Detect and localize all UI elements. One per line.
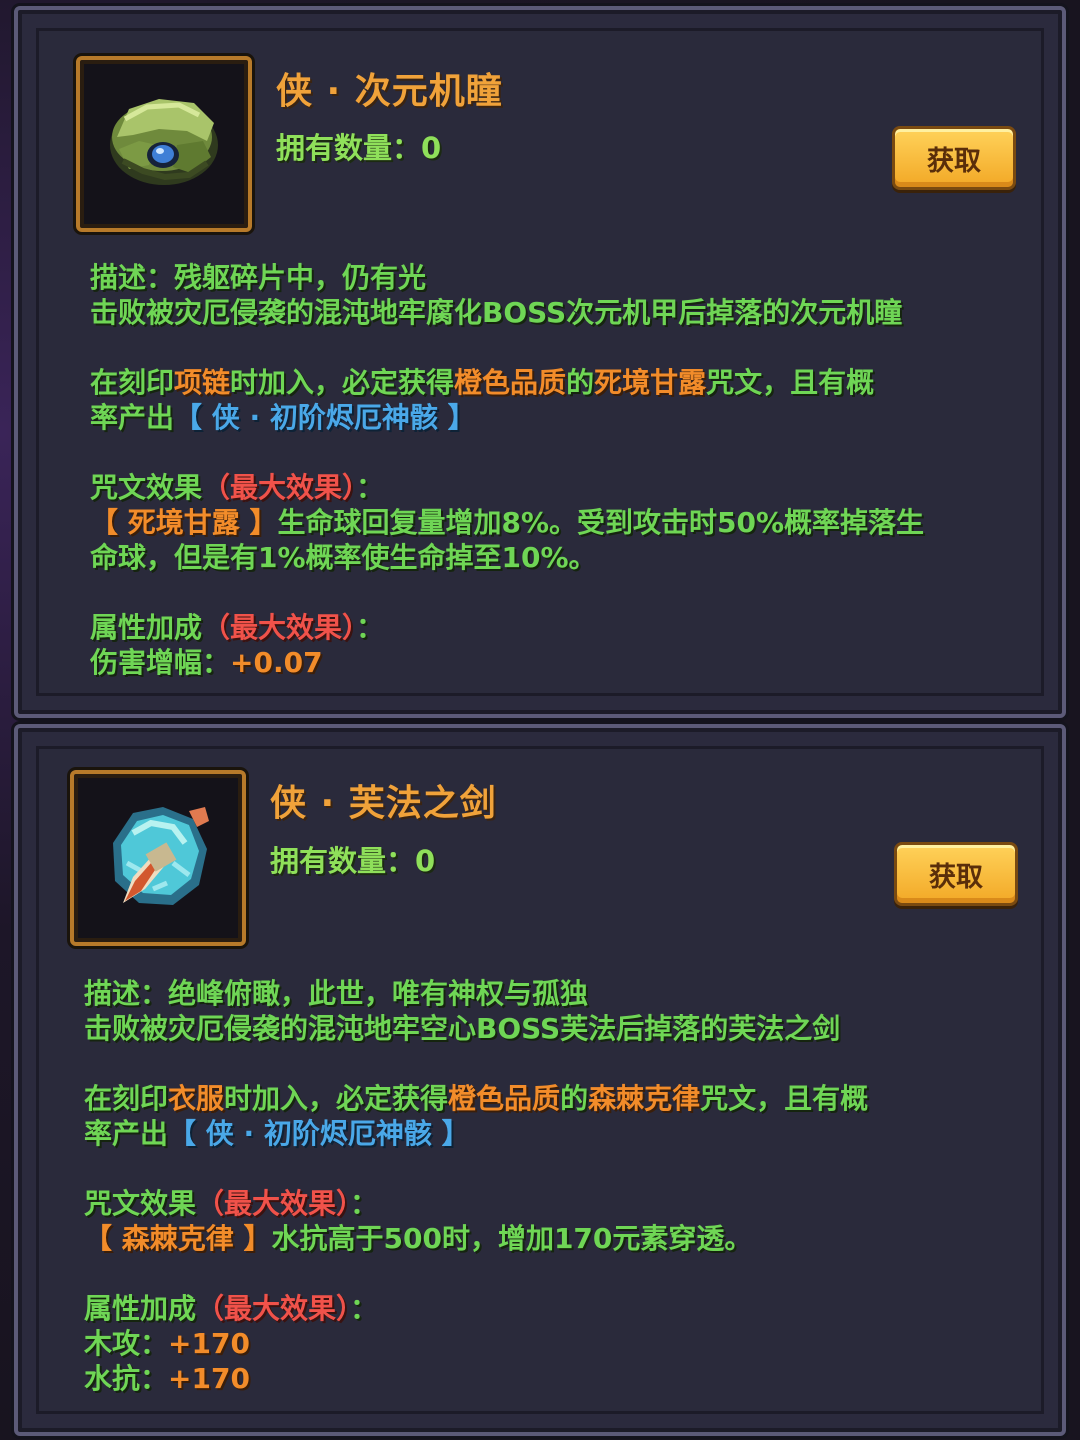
attr-value: +170 xyxy=(168,1327,250,1360)
owned-count: 拥有数量：0 xyxy=(276,125,441,167)
engrave-line: 在刻印衣服时加入，必定获得橙色品质的森棘克律咒文，且有概 xyxy=(84,1082,869,1115)
dimension-eye-gear-icon xyxy=(110,99,218,185)
item-title: 侠 · 芙法之剑 xyxy=(270,783,497,824)
rune-name: 【 死境甘露 】 xyxy=(90,506,278,539)
desc-label: 描述： xyxy=(90,261,175,294)
owned-value: 0 xyxy=(415,844,436,878)
get-button[interactable]: 获取 xyxy=(894,842,1018,906)
engrave-line-2: 率产出【 侠 · 初阶烬厄神骸 】 xyxy=(84,1117,470,1150)
desc-source: 击败被灾厄侵袭的混沌地牢空心BOSS芙法后掉落的芙法之剑 xyxy=(84,1012,841,1045)
item-card-1: 侠 · 次元机瞳 拥有数量：0 获取 描述：残躯碎片中，仍有光 击败被灾厄侵袭的… xyxy=(14,6,1066,718)
attr-value: +170 xyxy=(168,1362,250,1395)
desc-label: 描述： xyxy=(84,977,169,1010)
attr-name: 伤害增幅： xyxy=(90,646,231,679)
attr-row: 水抗：+170 xyxy=(84,1361,1004,1396)
item-description: 描述：残躯碎片中，仍有光 击败被灾厄侵袭的混沌地牢腐化BOSS次元机甲后掉落的次… xyxy=(90,260,1010,680)
desc-flavor: 绝峰俯瞰，此世，唯有神权与孤独 xyxy=(168,977,589,1010)
rune-effect-line: 【 死境甘露 】生命球回复量增加8%。受到攻击时50%概率掉落生 xyxy=(90,506,925,539)
item-card-2: 侠 · 芙法之剑 拥有数量：0 获取 描述：绝峰俯瞰，此世，唯有神权与孤独 击败… xyxy=(14,724,1066,1436)
item-icon-frame xyxy=(76,56,252,232)
desc-line: 描述：绝峰俯瞰，此世，唯有神权与孤独 xyxy=(84,976,1004,1011)
engrave-quality: 橙色品质 xyxy=(454,366,567,399)
attr-row: 伤害增幅：+0.07 xyxy=(90,645,1010,680)
desc-source: 击败被灾厄侵袭的混沌地牢腐化BOSS次元机甲后掉落的次元机瞳 xyxy=(90,296,903,329)
rune-name: 【 森棘克律 】 xyxy=(84,1222,272,1255)
rune-effect-header: 咒文效果（最大效果）： xyxy=(90,471,385,504)
item-description: 描述：绝峰俯瞰，此世，唯有神权与孤独 击败被灾厄侵袭的混沌地牢空心BOSS芙法后… xyxy=(84,976,1004,1396)
engrave-slot: 衣服 xyxy=(168,1082,225,1115)
desc-flavor: 残躯碎片中，仍有光 xyxy=(174,261,427,294)
rune-effect-line-2: 命球，但是有1%概率使生命掉至10%。 xyxy=(90,541,597,574)
engrave-line-2: 率产出【 侠 · 初阶烬厄神骸 】 xyxy=(90,401,476,434)
owned-label: 拥有数量： xyxy=(276,131,422,165)
attr-header: 属性加成（最大效果）： xyxy=(84,1292,379,1325)
engrave-rune: 森棘克律 xyxy=(588,1082,701,1115)
engrave-slot: 项链 xyxy=(174,366,231,399)
attr-value: +0.07 xyxy=(230,646,323,679)
attr-name: 水抗： xyxy=(84,1362,169,1395)
rune-effect-header: 咒文效果（最大效果）： xyxy=(84,1187,379,1220)
engrave-line: 在刻印项链时加入，必定获得橙色品质的死境甘露咒文，且有概 xyxy=(90,366,875,399)
engrave-quality: 橙色品质 xyxy=(448,1082,561,1115)
item-title: 侠 · 次元机瞳 xyxy=(276,71,503,112)
attr-row: 木攻：+170 xyxy=(84,1326,1004,1361)
sword-crystal-icon xyxy=(113,807,209,905)
engrave-item: 【 侠 · 初阶烬厄神骸 】 xyxy=(174,401,476,434)
attr-name: 木攻： xyxy=(84,1327,169,1360)
item-icon-frame xyxy=(70,770,246,946)
rune-effect-line: 【 森棘克律 】水抗高于500时，增加170元素穿透。 xyxy=(84,1222,753,1255)
engrave-item: 【 侠 · 初阶烬厄神骸 】 xyxy=(168,1117,470,1150)
engrave-rune: 死境甘露 xyxy=(594,366,707,399)
desc-line: 描述：残躯碎片中，仍有光 xyxy=(90,260,1010,295)
owned-count: 拥有数量：0 xyxy=(270,838,435,880)
owned-label: 拥有数量： xyxy=(270,844,416,878)
get-button[interactable]: 获取 xyxy=(892,126,1016,190)
owned-value: 0 xyxy=(421,131,442,165)
attr-header: 属性加成（最大效果）： xyxy=(90,611,385,644)
